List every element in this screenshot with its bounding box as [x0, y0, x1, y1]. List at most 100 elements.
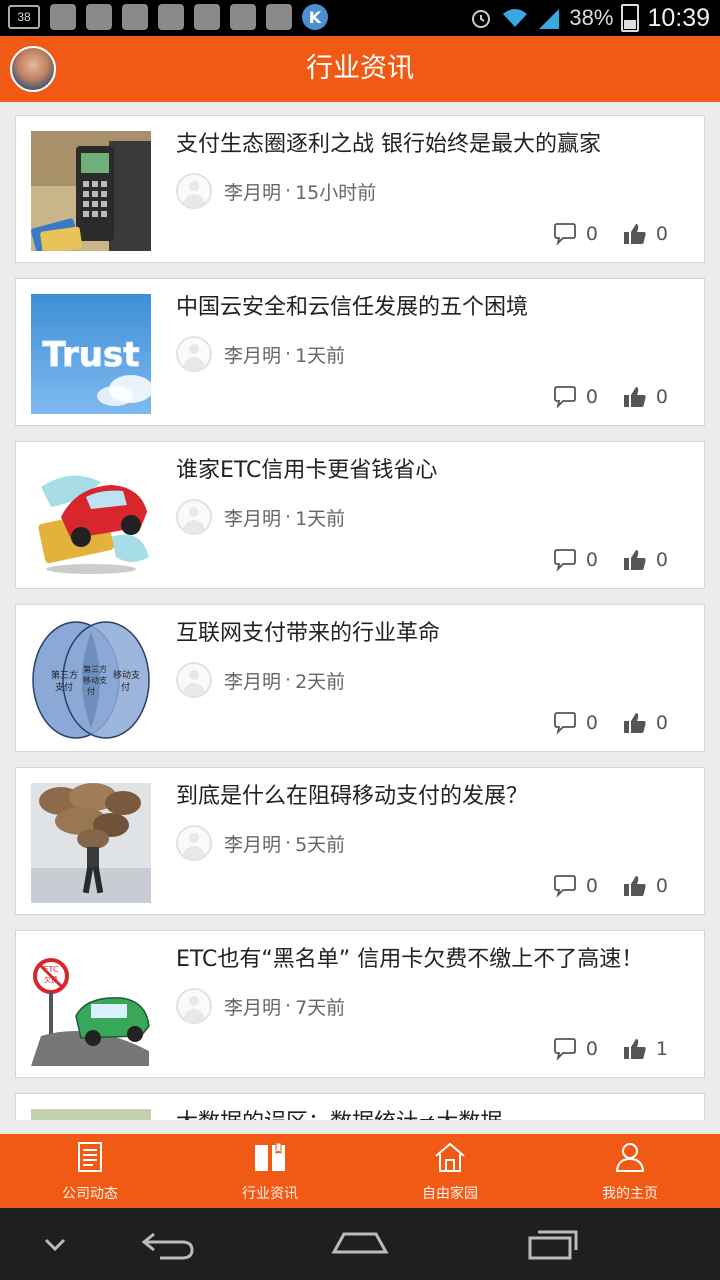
home-icon[interactable] [330, 1226, 390, 1260]
tab-label: 行业资讯 [242, 1186, 298, 1202]
article-thumbnail[interactable]: Trust [31, 294, 151, 414]
comment-icon [553, 712, 576, 735]
article-meta: 李月明 · 15小时前 [176, 173, 376, 209]
like-count[interactable]: 0 [622, 874, 668, 898]
app-header: 行业资讯 [0, 36, 720, 102]
comment-count[interactable]: 0 [552, 385, 598, 409]
post-time: 7天前 [295, 996, 346, 1019]
notification-badge-icon: 38 [8, 5, 40, 29]
like-count-value: 0 [655, 712, 668, 734]
comment-count[interactable]: 0 [552, 874, 598, 898]
svg-text:Trust: Trust [43, 335, 140, 375]
tab-document-list[interactable]: 公司动态 [0, 1134, 180, 1208]
like-count-value: 0 [655, 549, 668, 571]
meta-separator: · [285, 506, 292, 528]
comment-count-value: 0 [585, 386, 598, 408]
like-count[interactable]: 1 [622, 1037, 668, 1061]
article-stats: 0 0 [528, 385, 668, 409]
svg-text:付: 付 [121, 682, 130, 693]
notification-icons: 38 K [8, 4, 328, 30]
article-stats: 0 0 [528, 874, 668, 898]
system-nav-bar [0, 1208, 720, 1280]
svg-text:第三方: 第三方 [83, 664, 107, 674]
author-avatar [176, 173, 212, 209]
browser-icon [266, 4, 292, 30]
article-card[interactable]: 第三方 支付 第三方 移动支付移动支付 互联网支付带来的行业革命 李月明 · 2天前 … [15, 604, 705, 752]
author-name: 李月明 [224, 344, 282, 367]
like-count[interactable]: 0 [622, 711, 668, 735]
status-bar: 38 K 38% 10:39 [0, 0, 720, 36]
comment-count[interactable]: 0 [552, 222, 598, 246]
back-icon[interactable] [140, 1226, 196, 1262]
article-thumbnail[interactable] [31, 1109, 151, 1120]
article-meta: 李月明 · 7天前 [176, 988, 345, 1024]
article-stats: 0 0 [528, 222, 668, 246]
author-avatar [176, 499, 212, 535]
article-title[interactable]: 谁家ETC信用卡更省钱省心 [176, 452, 437, 484]
author-avatar [176, 825, 212, 861]
user-icon [612, 1139, 648, 1179]
article-title[interactable]: 支付生态圈逐利之战 银行始终是最大的赢家 [176, 126, 601, 158]
recent-apps-icon[interactable] [526, 1226, 582, 1262]
comment-count-value: 0 [585, 712, 598, 734]
like-count-value: 1 [655, 1038, 668, 1060]
app-icon [122, 4, 148, 30]
thumbs-up-icon [623, 224, 646, 244]
article-card[interactable]: 到底是什么在阻碍移动支付的发展？ 李月明 · 5天前 0 0 [15, 767, 705, 915]
article-title[interactable]: 中国云安全和云信任发展的五个困境 [176, 289, 528, 321]
article-thumbnail[interactable]: ETC 欠费 [31, 946, 151, 1066]
comment-count[interactable]: 0 [552, 1037, 598, 1061]
comment-count[interactable]: 0 [552, 711, 598, 735]
thumbs-up-icon [623, 713, 646, 733]
article-title[interactable]: 大数据的误区：数据统计≠大数据 [176, 1104, 502, 1120]
thumbs-up-icon [623, 876, 646, 896]
article-title[interactable]: 到底是什么在阻碍移动支付的发展？ [176, 778, 528, 810]
article-thumbnail[interactable] [31, 131, 151, 251]
comment-icon [553, 875, 576, 898]
like-count[interactable]: 0 [622, 222, 668, 246]
article-title[interactable]: 互联网支付带来的行业革命 [176, 615, 440, 647]
meta-separator: · [285, 669, 292, 691]
hide-keyboard-icon[interactable] [40, 1232, 70, 1258]
svg-text:ETC: ETC [43, 965, 58, 974]
article-list[interactable]: 支付生态圈逐利之战 银行始终是最大的赢家 李月明 · 15小时前 0 0 Tru… [15, 115, 705, 1120]
post-time: 1天前 [295, 507, 346, 530]
tab-home[interactable]: 自由家园 [360, 1134, 540, 1208]
article-thumbnail[interactable]: 第三方 支付 第三方 移动支付移动支付 [31, 620, 151, 740]
author-name: 李月明 [224, 507, 282, 530]
like-count-value: 0 [655, 875, 668, 897]
like-count[interactable]: 0 [622, 385, 668, 409]
post-time: 1天前 [295, 344, 346, 367]
comment-icon [553, 223, 576, 246]
article-card[interactable]: Trust 中国云安全和云信任发展的五个困境 李月明 · 1天前 0 0 [15, 278, 705, 426]
article-stats: 0 0 [528, 548, 668, 572]
article-thumbnail[interactable] [31, 783, 151, 903]
meta-separator: · [285, 343, 292, 365]
article-card[interactable]: 大数据的误区：数据统计≠大数据 李月明 · [15, 1093, 705, 1120]
tab-open-book[interactable]: 行业资讯 [180, 1134, 360, 1208]
chat-icon [86, 4, 112, 30]
article-stats: 0 0 [528, 711, 668, 735]
article-card[interactable]: 支付生态圈逐利之战 银行始终是最大的赢家 李月明 · 15小时前 0 0 [15, 115, 705, 263]
alarm-icon [472, 10, 491, 28]
article-meta: 李月明 · 1天前 [176, 499, 345, 535]
author-avatar [176, 662, 212, 698]
thumbs-up-icon [623, 387, 646, 407]
article-card[interactable]: ETC 欠费 ETC也有“黑名单” 信用卡欠费不缴上不了高速！ 李月明 · 7天前… [15, 930, 705, 1078]
svg-text:移动支: 移动支 [83, 675, 107, 685]
article-card[interactable]: 谁家ETC信用卡更省钱省心 李月明 · 1天前 0 0 [15, 441, 705, 589]
like-count[interactable]: 0 [622, 548, 668, 572]
article-meta: 李月明 · 5天前 [176, 825, 345, 861]
svg-text:移动支: 移动支 [113, 669, 140, 681]
comment-icon [553, 1038, 576, 1061]
article-thumbnail[interactable] [31, 457, 151, 577]
article-title[interactable]: ETC也有“黑名单” 信用卡欠费不缴上不了高速！ [176, 941, 643, 973]
comment-count-value: 0 [585, 223, 598, 245]
tab-label: 公司动态 [62, 1186, 118, 1202]
meta-separator: · [285, 995, 292, 1017]
comment-count[interactable]: 0 [552, 548, 598, 572]
open-book-icon [252, 1139, 288, 1179]
author-name: 李月明 [224, 181, 282, 204]
tab-user[interactable]: 我的主页 [540, 1134, 720, 1208]
svg-text:支付: 支付 [55, 681, 73, 693]
